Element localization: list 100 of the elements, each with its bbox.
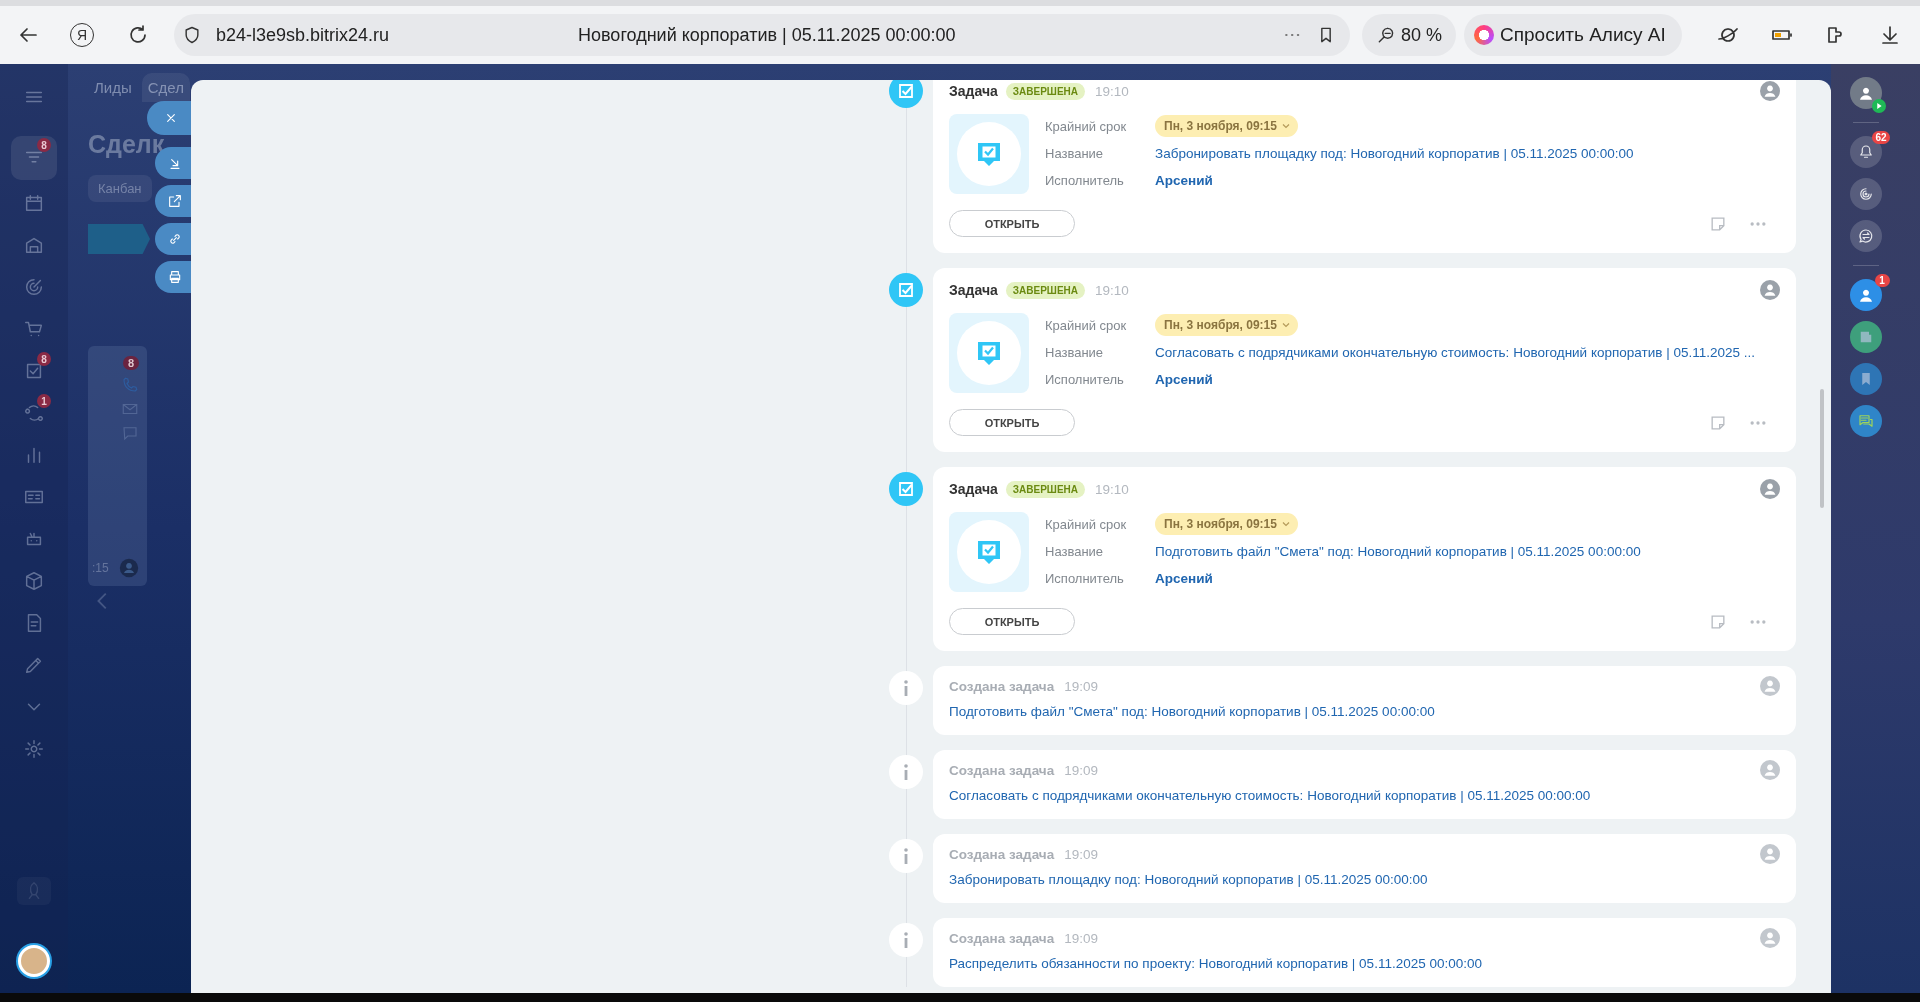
open-button[interactable]: ОТКРЫТЬ <box>949 409 1075 436</box>
rocket-button[interactable] <box>17 877 51 905</box>
status-badge: ЗАВЕРШЕНА <box>1005 281 1085 299</box>
item-title: Задача <box>949 481 998 497</box>
status-badge: ЗАВЕРШЕНА <box>1005 480 1085 498</box>
counter-badge: 1 <box>1874 274 1890 287</box>
task-link[interactable]: Подготовить файл "Смета" под: Новогодний корпоратив | 05.11.2025 00:00:00 <box>949 702 1780 722</box>
item-time: 19:09 <box>1064 930 1098 946</box>
field-label: Крайний срок <box>1045 516 1128 532</box>
chat-button[interactable] <box>1849 405 1882 437</box>
print-button[interactable] <box>155 261 191 293</box>
user-icon[interactable] <box>1760 844 1780 864</box>
counter-badge: 8 <box>122 356 139 370</box>
item-time: 19:09 <box>1064 762 1098 778</box>
person-link[interactable]: Арсений <box>1155 371 1213 387</box>
field-label: Исполнитель <box>1045 371 1125 387</box>
task-link[interactable]: Забронировать площадку под: Новогодний корпоратив | 05.11.2025 00:00:00 <box>1155 145 1634 161</box>
spiral-button[interactable] <box>1849 178 1882 210</box>
user-icon[interactable] <box>1760 928 1780 948</box>
deadline-pill[interactable]: Пн, 3 ноября, 09:15 <box>1155 513 1298 535</box>
task-link[interactable]: Распределить обязанности по проекту: Новогодний корпоратив | 05.11.2025 00:00:00 <box>949 954 1780 974</box>
page-heading: Сделк <box>88 130 166 159</box>
field-label: Название <box>1045 145 1105 161</box>
assistant-button[interactable]: Спросить Алису AI <box>1464 14 1682 56</box>
task-checkbox-icon <box>889 472 923 506</box>
info-icon <box>889 755 923 789</box>
menu-item[interactable]: 8 <box>11 136 57 180</box>
menu-item[interactable]: 1 <box>11 392 57 434</box>
item-title: Создана задача <box>949 678 1055 694</box>
task-link[interactable]: Согласовать с подрядчиками окончательную стоимость: Новогодний корпоратив | 05.11.2025 ... <box>1155 344 1755 360</box>
task-checkbox-icon <box>889 80 923 108</box>
new-window-button[interactable] <box>155 185 191 217</box>
stage-bar <box>88 224 150 254</box>
item-title: Задача <box>949 282 998 298</box>
field-label: Исполнитель <box>1045 172 1125 188</box>
counter-badge: 1 <box>37 394 51 408</box>
user-avatar[interactable] <box>18 945 50 977</box>
info-icon <box>889 839 923 873</box>
close-button[interactable] <box>147 101 191 135</box>
target-icon <box>23 276 45 298</box>
user-icon[interactable] <box>1760 760 1780 780</box>
news-button[interactable] <box>1849 321 1882 353</box>
user-avatar-button[interactable] <box>1849 279 1882 311</box>
scrollbar-thumb[interactable] <box>1820 389 1824 508</box>
user-icon[interactable] <box>1760 479 1780 499</box>
calendar-icon <box>23 192 45 214</box>
item-title: Создана задача <box>949 930 1055 946</box>
bookmark-button[interactable] <box>1849 363 1882 395</box>
user-icon <box>119 558 139 578</box>
person-link[interactable]: Арсений <box>1155 570 1213 586</box>
new-window-icon <box>167 193 183 209</box>
zoom-button[interactable]: 80 % <box>1362 14 1457 56</box>
item-time: 19:09 <box>1064 846 1098 862</box>
field-label: Название <box>1045 344 1105 360</box>
user-icon[interactable] <box>1760 280 1780 300</box>
task-link[interactable]: Подготовить файл "Смета" под: Новогодний корпоратив | 05.11.2025 00:00:00 <box>1155 543 1641 559</box>
item-time: 19:10 <box>1095 282 1129 298</box>
open-button[interactable]: ОТКРЫТЬ <box>949 210 1075 237</box>
shield-icon[interactable] <box>182 25 202 45</box>
counter-badge: 8 <box>37 352 51 366</box>
link-icon <box>167 231 183 247</box>
settings-icon <box>23 738 45 760</box>
field-label: Крайний срок <box>1045 118 1128 134</box>
url-text: b24-l3e9sb.bitrix24.ru <box>216 24 391 46</box>
item-title: Создана задача <box>949 846 1055 862</box>
user-icon[interactable] <box>1760 81 1780 101</box>
item-time: 19:10 <box>1095 481 1129 497</box>
status-badge: ЗАВЕРШЕНА <box>1005 82 1085 100</box>
item-time: 19:09 <box>1064 678 1098 694</box>
comment-icon[interactable] <box>121 424 139 442</box>
item-time: 19:10 <box>1095 83 1129 99</box>
chat-icon <box>1856 412 1875 430</box>
task-link[interactable]: Согласовать с подрядчиками окончательную стоимость: Новогодний корпоратив | 05.11.2025 00:00:00 <box>949 786 1780 806</box>
counter-badge: 8 <box>37 138 51 152</box>
box-icon <box>23 570 45 592</box>
page-title: Новогодний корпоратив | 05.11.2025 00:00:00 <box>578 24 957 46</box>
info-icon <box>889 923 923 957</box>
assistant-logo-icon <box>1474 25 1495 45</box>
chat-arrows-button[interactable] <box>1849 220 1882 252</box>
deadline-pill[interactable]: Пн, 3 ноября, 09:15 <box>1155 115 1298 137</box>
person-link[interactable]: Арсений <box>1155 172 1213 188</box>
zoom-out-icon <box>1376 25 1396 45</box>
task-link[interactable]: Забронировать площадку под: Новогодний корпоратив | 05.11.2025 00:00:00 <box>949 870 1780 890</box>
play-icon <box>1871 99 1886 113</box>
task-checkbox-icon <box>889 273 923 307</box>
task-icon <box>957 122 1021 186</box>
task-icon <box>957 520 1021 584</box>
user-icon[interactable] <box>1760 676 1780 696</box>
chat-swap-icon <box>1856 227 1875 245</box>
counter-badge: 62 <box>1872 131 1890 144</box>
open-button[interactable]: ОТКРЫТЬ <box>949 608 1075 635</box>
deadline-pill[interactable]: Пн, 3 ноября, 09:15 <box>1155 314 1298 336</box>
field-label: Крайний срок <box>1045 317 1128 333</box>
field-label: Название <box>1045 543 1105 559</box>
field-label: Исполнитель <box>1045 570 1125 586</box>
print-icon <box>167 269 183 285</box>
item-title: Задача <box>949 83 998 99</box>
address-bar[interactable]: b24-l3e9sb.bitrix24.ru Новогодний корпоратив | 05.11.2025 00:00:00 <box>174 14 1350 56</box>
copy-link-button[interactable] <box>155 223 191 255</box>
menu-item[interactable]: 8 <box>11 350 57 392</box>
